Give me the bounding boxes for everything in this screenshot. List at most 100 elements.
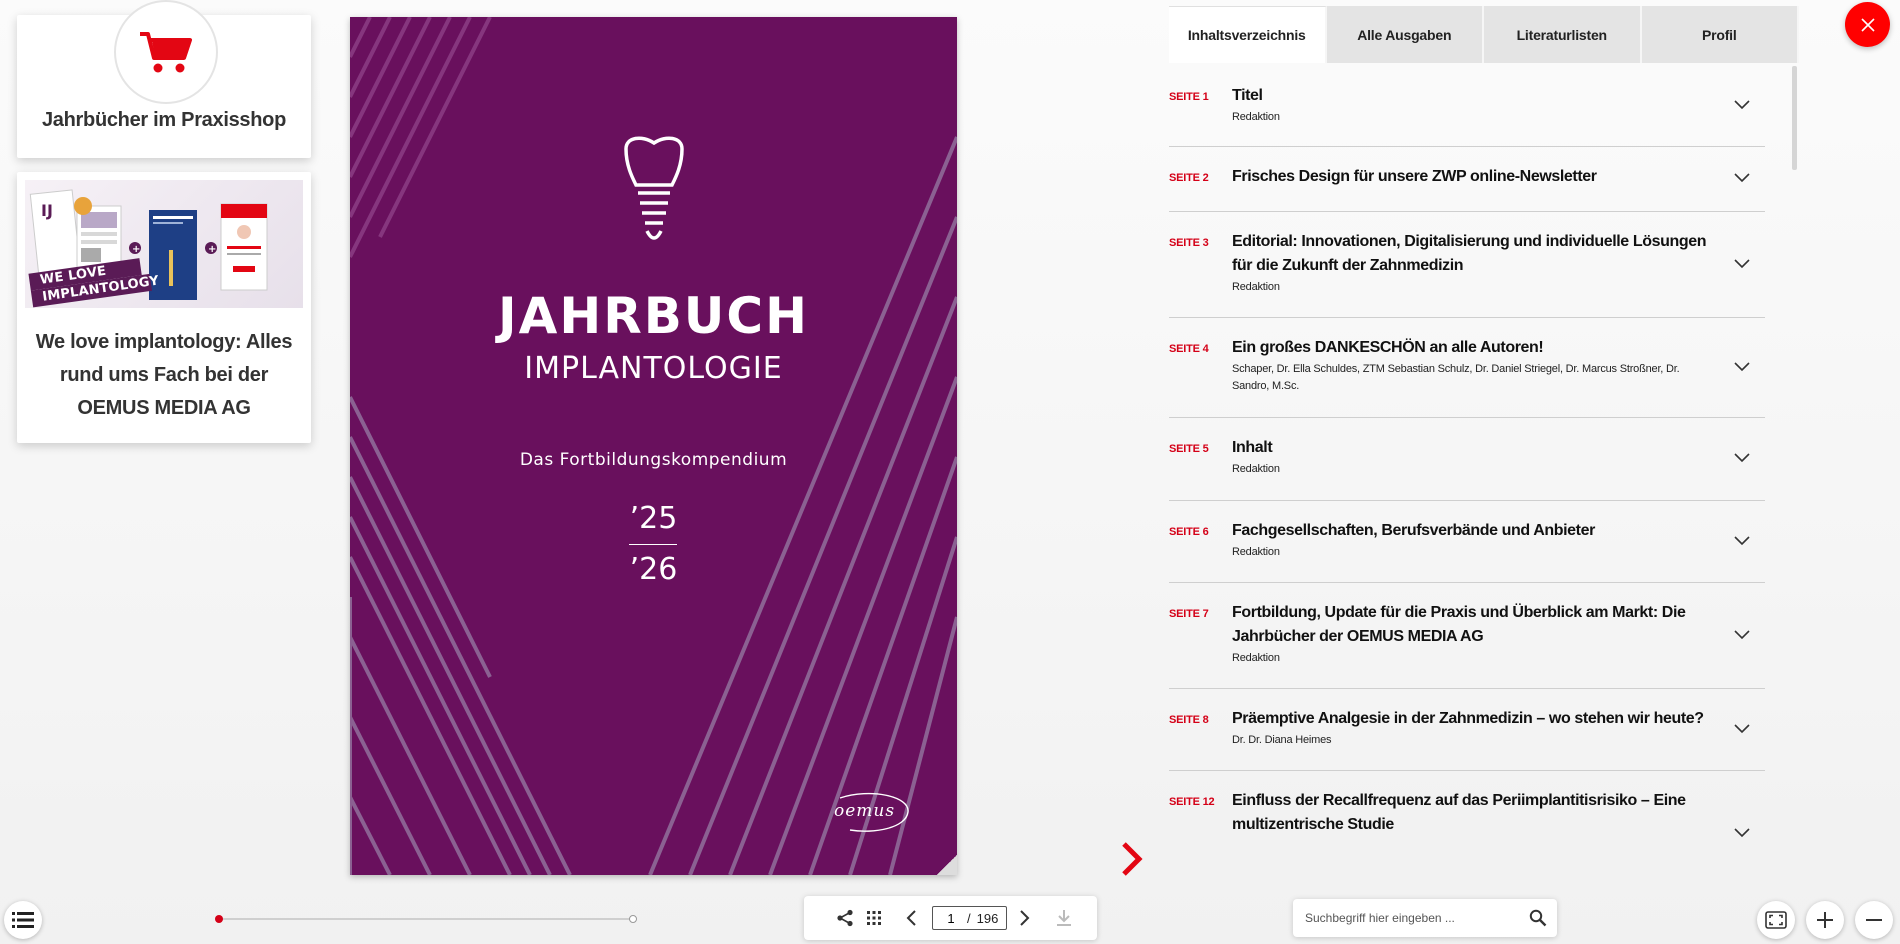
share-icon <box>837 909 853 927</box>
chevron-left-icon <box>906 910 916 926</box>
toc-page-number: SEITE 5 <box>1169 443 1209 455</box>
toc-item[interactable]: SEITE 5 Inhalt Redaktion <box>1169 418 1765 501</box>
cart-icon <box>140 32 192 73</box>
toc-page-number: SEITE 7 <box>1169 608 1209 620</box>
fit-screen-button[interactable] <box>1757 901 1795 939</box>
chevron-down-icon[interactable] <box>1733 535 1751 547</box>
close-icon <box>1860 17 1875 32</box>
toc-author: Dr. Dr. Diana Heimes <box>1232 734 1332 746</box>
toc-author: Redaktion <box>1232 463 1280 475</box>
toc-author: Redaktion <box>1232 546 1280 558</box>
current-page-input[interactable] <box>941 910 961 926</box>
toc-item[interactable]: SEITE 7 Fortbildung, Update für die Prax… <box>1169 583 1765 689</box>
progress-end-marker <box>629 915 637 923</box>
publisher-logo: oemus <box>830 790 912 839</box>
toc-item[interactable]: SEITE 1 Titel Redaktion <box>1169 66 1765 147</box>
chevron-right-icon <box>1020 910 1030 926</box>
toc-page-number: SEITE 1 <box>1169 91 1209 103</box>
page-navigation-bar: / 196 <box>804 896 1097 940</box>
toc-item[interactable]: SEITE 3 Editorial: Innovationen, Digital… <box>1169 212 1765 318</box>
toc-title: Fachgesellschaften, Berufsverbände und A… <box>1232 522 1595 539</box>
toc-item[interactable]: SEITE 2 Frisches Design für unsere ZWP o… <box>1169 147 1765 212</box>
svg-text:+: + <box>132 244 140 255</box>
toc-page-number: SEITE 3 <box>1169 237 1209 249</box>
toc-title: Einfluss der Recallfrequenz auf das Peri… <box>1232 792 1686 833</box>
page-curl[interactable] <box>937 855 957 875</box>
toc-toggle-button[interactable] <box>4 901 42 939</box>
chevron-down-icon[interactable] <box>1733 629 1751 641</box>
praxisshop-card[interactable]: Jahrbücher im Praxisshop <box>17 0 311 158</box>
toc-title: Frisches Design für unsere ZWP online-Ne… <box>1232 168 1597 185</box>
share-button[interactable] <box>833 906 857 930</box>
search-input[interactable] <box>1305 911 1529 925</box>
minus-icon <box>1866 919 1882 921</box>
prev-page-button[interactable] <box>899 906 923 930</box>
panel-tabs: Inhaltsverzeichnis Alle Ausgaben Literat… <box>1169 6 1799 63</box>
toc-list: SEITE 1 Titel Redaktion SEITE 2 Frisches… <box>1169 66 1765 842</box>
toc-item[interactable]: SEITE 6 Fachgesellschaften, Berufsverbän… <box>1169 501 1765 583</box>
next-page-arrow[interactable] <box>1117 839 1147 879</box>
toc-author: Redaktion <box>1232 111 1280 123</box>
list-icon <box>12 912 34 928</box>
chevron-down-icon[interactable] <box>1733 172 1751 184</box>
toc-title: Titel <box>1232 87 1263 104</box>
page-progress-slider[interactable] <box>215 915 637 923</box>
svg-text:+: + <box>208 244 216 255</box>
plus-icon <box>1817 912 1833 928</box>
toc-title: Ein großes DANKESCHÖN an alle Autoren! <box>1232 339 1544 356</box>
tab-profil[interactable]: Profil <box>1641 6 1799 63</box>
search-box <box>1293 899 1557 937</box>
cover-subtitle: IMPLANTOLOGIE <box>524 351 783 386</box>
close-button[interactable] <box>1845 2 1890 47</box>
thumbnails-button[interactable] <box>862 906 886 930</box>
chevron-down-icon[interactable] <box>1733 361 1751 373</box>
toc-page-number: SEITE 2 <box>1169 172 1209 184</box>
promo-card[interactable]: IJ + + WE LOVE IMPLANTOLOGY We love impl… <box>17 172 311 443</box>
zoom-in-button[interactable] <box>1806 901 1844 939</box>
chevron-down-icon[interactable] <box>1733 723 1751 735</box>
cover-year-top: ’25 <box>629 501 678 536</box>
progress-knob[interactable] <box>215 915 224 923</box>
chevron-down-icon[interactable] <box>1733 258 1751 270</box>
zoom-out-button[interactable] <box>1855 901 1893 939</box>
download-button[interactable] <box>1052 906 1076 930</box>
toc-item[interactable]: SEITE 8 Präemptive Analgesie in der Zahn… <box>1169 689 1765 771</box>
toc-item[interactable]: SEITE 12 Einfluss der Recallfrequenz auf… <box>1169 771 1765 842</box>
search-icon[interactable] <box>1529 909 1547 927</box>
magazine-cover-page[interactable]: JAHRBUCH IMPLANTOLOGIE Das Fortbildungsk… <box>350 17 957 875</box>
cover-title: JAHRBUCH <box>498 287 809 345</box>
toc-author: Redaktion <box>1232 281 1280 293</box>
publisher-logo-text: oemus <box>834 801 896 821</box>
chevron-down-icon[interactable] <box>1733 827 1751 839</box>
toc-scrollbar[interactable] <box>1792 66 1797 170</box>
toc-page-number: SEITE 4 <box>1169 343 1209 355</box>
toc-title: Präemptive Analgesie in der Zahnmedizin … <box>1232 710 1704 727</box>
toc-author: Schaper, Dr. Ella Schuldes, ZTM Sebastia… <box>1232 363 1680 392</box>
tab-alle-ausgaben[interactable]: Alle Ausgaben <box>1326 6 1484 63</box>
promo-image: IJ + + WE LOVE IMPLANTOLOGY <box>25 180 303 308</box>
toc-page-number: SEITE 8 <box>1169 714 1209 726</box>
total-pages: 196 <box>976 910 999 926</box>
toc-item[interactable]: SEITE 4 Ein großes DANKESCHÖN an alle Au… <box>1169 318 1765 418</box>
page-number-box[interactable]: / 196 <box>932 906 1008 930</box>
page-separator: / <box>967 910 971 926</box>
promo-text: We love implantology: Alles rund ums Fac… <box>35 331 293 419</box>
chevron-down-icon[interactable] <box>1733 452 1751 464</box>
toc-title: Fortbildung, Update für die Praxis und Ü… <box>1232 604 1686 645</box>
tab-literaturlisten[interactable]: Literaturlisten <box>1484 6 1642 63</box>
toc-title: Inhalt <box>1232 439 1273 456</box>
toc-title: Editorial: Innovationen, Digitalisierung… <box>1232 233 1707 274</box>
svg-text:IJ: IJ <box>41 201 53 220</box>
fit-screen-icon <box>1765 911 1787 929</box>
year-divider <box>629 544 677 545</box>
tab-inhaltsverzeichnis[interactable]: Inhaltsverzeichnis <box>1169 6 1327 63</box>
toc-page-number: SEITE 6 <box>1169 526 1209 538</box>
chevron-down-icon[interactable] <box>1733 99 1751 111</box>
toc-page-number: SEITE 12 <box>1169 796 1215 808</box>
shop-icon-circle <box>114 0 218 104</box>
chevron-right-icon <box>1122 842 1143 876</box>
praxisshop-label: Jahrbücher im Praxisshop <box>41 109 286 131</box>
tooth-implant-icon <box>624 136 684 240</box>
cover-tagline: Das Fortbildungskompendium <box>519 450 788 470</box>
next-page-button[interactable] <box>1013 906 1037 930</box>
